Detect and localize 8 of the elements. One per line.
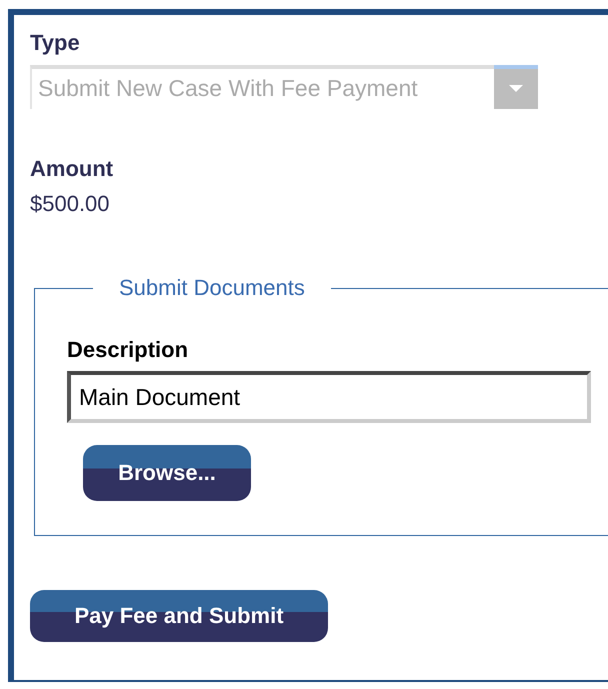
description-field[interactable]: Main Document <box>67 371 591 423</box>
group-legend: Submit Documents <box>93 275 331 301</box>
browse-button[interactable]: Browse... <box>83 445 251 501</box>
field-label: Description <box>67 337 188 363</box>
field-label: Amount <box>30 155 114 183</box>
amount-value: $500.00 <box>30 191 110 217</box>
pay-submit-button[interactable]: Pay Fee and Submit <box>30 590 328 642</box>
field-label: Type <box>30 29 80 57</box>
